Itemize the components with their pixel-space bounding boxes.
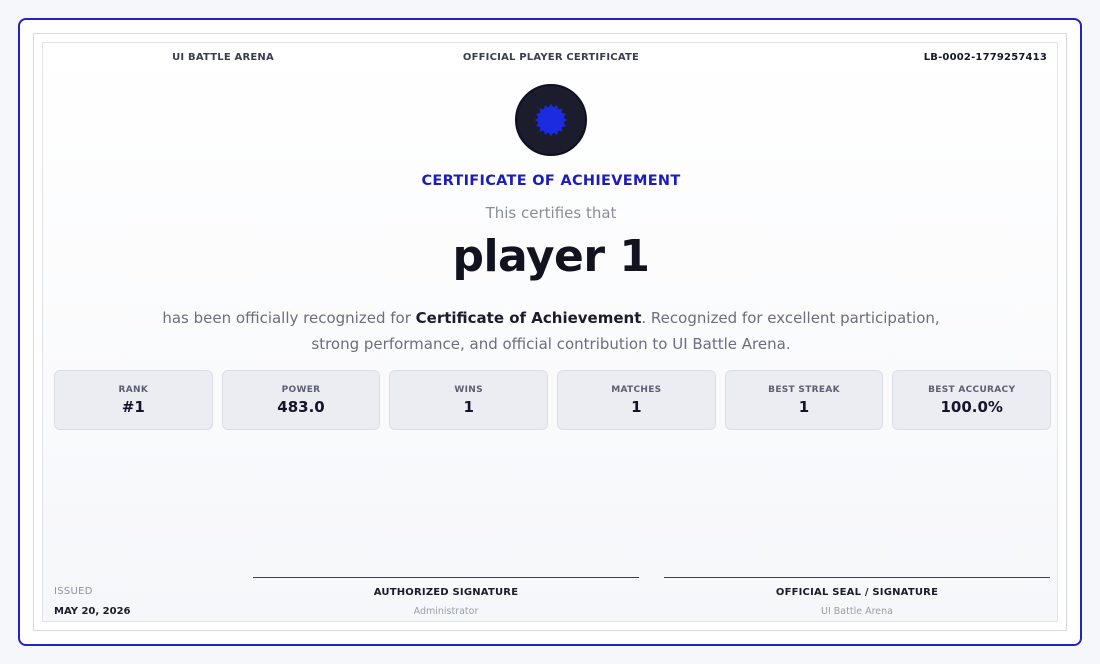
signature-subtitle: UI Battle Arena [821, 606, 893, 617]
signature-line [253, 577, 639, 578]
brand-name: UI BATTLE ARENA [172, 52, 274, 63]
badge-gear-icon [534, 103, 568, 137]
seal-emblem [515, 84, 587, 156]
stat-label: BEST ACCURACY [928, 384, 1016, 395]
stat-card-best-accuracy: BEST ACCURACY 100.0% [892, 370, 1052, 430]
signature-subtitle: Administrator [413, 606, 479, 617]
authorized-signature-block: AUTHORIZED SIGNATURE Administrator [253, 577, 639, 617]
certificate-id: LB-0002-1779257413 [923, 52, 1047, 63]
issued-date: MAY 20, 2026 [54, 606, 131, 617]
signature-title: OFFICIAL SEAL / SIGNATURE [775, 587, 939, 598]
certificate-title: CERTIFICATE OF ACHIEVEMENT [421, 173, 681, 189]
stats-row: RANK #1 POWER 483.0 WINS 1 MATCHES 1 BES… [54, 370, 1052, 430]
stat-label: WINS [454, 384, 483, 395]
certificate-description: has been officially recognized for Certi… [153, 305, 949, 357]
issued-label: ISSUED [54, 586, 93, 597]
player-name: player 1 [452, 231, 650, 282]
document-type: OFFICIAL PLAYER CERTIFICATE [462, 52, 640, 63]
certificate-border: UI BATTLE ARENA OFFICIAL PLAYER CERTIFIC… [33, 33, 1067, 631]
stat-label: BEST STREAK [768, 384, 840, 395]
stat-value: 1 [463, 397, 474, 416]
signature-line [664, 577, 1050, 578]
stat-card-rank: RANK #1 [54, 370, 213, 430]
stat-label: RANK [118, 384, 149, 395]
stat-card-power: POWER 483.0 [221, 370, 381, 430]
certifies-text: This certifies that [485, 204, 617, 222]
stat-card-matches: MATCHES 1 [557, 370, 716, 430]
description-prefix: has been officially recognized for [162, 309, 416, 327]
stat-value: 1 [798, 397, 810, 416]
signature-title: AUTHORIZED SIGNATURE [373, 587, 519, 598]
stat-value: 100.0% [940, 397, 1003, 416]
official-seal-signature-block: OFFICIAL SEAL / SIGNATURE UI Battle Aren… [664, 577, 1050, 617]
certificate-body: UI BATTLE ARENA OFFICIAL PLAYER CERTIFIC… [42, 42, 1058, 622]
award-name: Certificate of Achievement [415, 309, 642, 327]
stat-label: POWER [281, 384, 321, 395]
stat-card-best-streak: BEST STREAK 1 [724, 370, 884, 430]
certificate-frame: UI BATTLE ARENA OFFICIAL PLAYER CERTIFIC… [18, 18, 1082, 646]
stat-card-wins: WINS 1 [389, 370, 549, 430]
stat-value: #1 [121, 397, 145, 416]
stat-value: 483.0 [277, 397, 325, 416]
stat-label: MATCHES [611, 384, 662, 395]
stat-value: 1 [631, 397, 642, 416]
